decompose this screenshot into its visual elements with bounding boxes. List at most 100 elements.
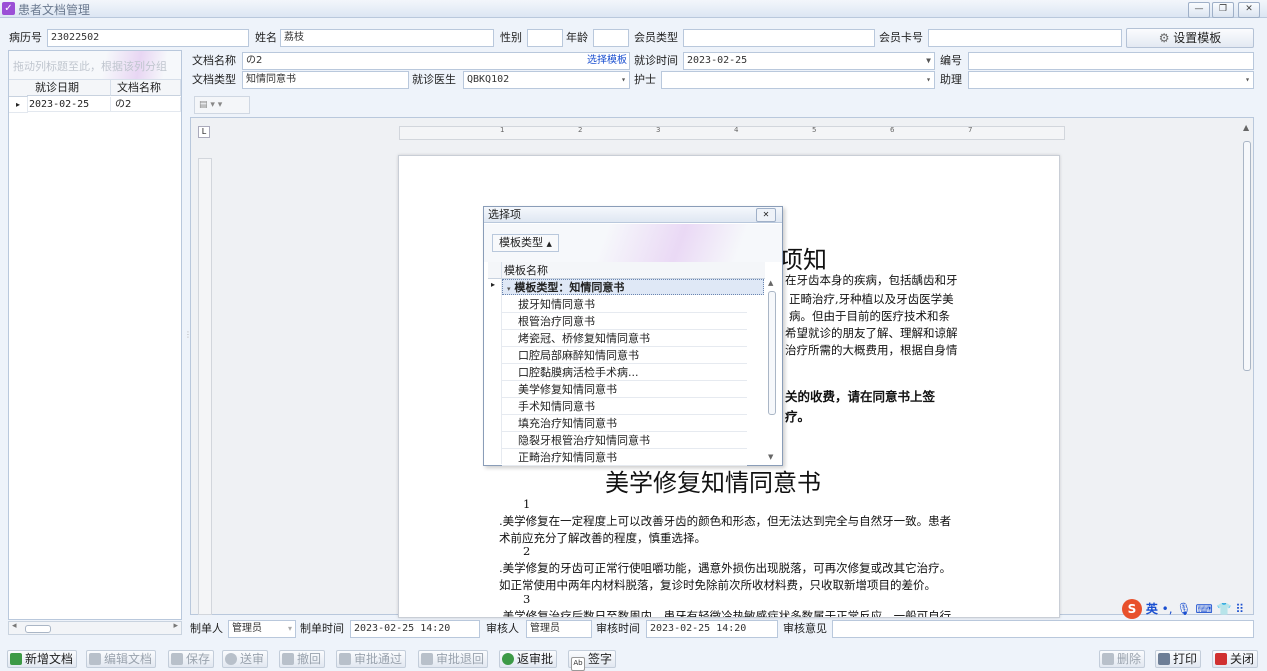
select-template-link[interactable]: 选择模板: [587, 53, 627, 69]
group-row-template-type[interactable]: ▾ 模板类型：知情同意书: [502, 279, 764, 295]
vertical-scrollbar[interactable]: ▲: [1242, 123, 1252, 613]
edit-icon: [89, 653, 101, 665]
make-time-field[interactable]: 2023-02-25 14:20: [350, 620, 480, 638]
member-type-field[interactable]: [683, 29, 875, 47]
ruler-number: 2: [578, 126, 583, 134]
group-by-panel[interactable]: 拖动列标题至此，根据该列分组: [9, 51, 181, 80]
nurse-field[interactable]: ▾: [661, 71, 935, 89]
close-button[interactable]: 关闭: [1212, 650, 1259, 668]
member-type-label: 会员类型: [634, 31, 678, 44]
nurse-label: 护士: [634, 73, 656, 86]
template-list-item[interactable]: 正畸治疗知情同意书: [502, 449, 747, 466]
app-icon: ✓: [2, 2, 15, 15]
table-row-date[interactable]: 2023-02-25: [27, 97, 111, 112]
template-list-item[interactable]: 拔牙知情同意书: [502, 296, 747, 313]
edit-doc-button[interactable]: 编辑文档: [86, 650, 157, 668]
punctuation-icon: •,: [1161, 602, 1173, 616]
print-button[interactable]: 打印: [1155, 650, 1202, 668]
chevron-down-icon[interactable]: ▾: [926, 72, 931, 88]
review-time-field[interactable]: 2023-02-25 14:20: [646, 620, 778, 638]
assistant-field[interactable]: ▾: [968, 71, 1254, 89]
record-no-field[interactable]: 23022502: [47, 29, 249, 47]
reviewer-field[interactable]: 管理员: [526, 620, 592, 638]
template-select-popup[interactable]: 选择项 ✕ 模板类型 ▲ 模板名称 ▸ ▾ 模板类型：知情同意书 ▲ ▼ 拔牙知…: [483, 206, 783, 466]
doc-paragraph-line: 病。但由于目前的医疗技术和条: [789, 309, 950, 323]
template-list-item[interactable]: 烤瓷冠、桥修复知情同意书: [502, 330, 747, 347]
new-doc-button[interactable]: 新增文档: [7, 650, 78, 668]
save-button[interactable]: 保存: [168, 650, 215, 668]
column-doc-name[interactable]: 文档名称: [111, 80, 181, 96]
gender-field[interactable]: [527, 29, 563, 47]
minimize-button[interactable]: —: [1188, 2, 1210, 18]
chevron-down-icon[interactable]: ▾: [621, 72, 626, 88]
age-label: 年龄: [566, 31, 588, 44]
sign-button[interactable]: Ab 签字: [568, 650, 617, 671]
doc-paragraph-line: 希望就诊的朋友了解、理解和谅解: [785, 326, 958, 340]
doc-name-field[interactable]: の2 选择模板: [242, 52, 630, 70]
template-list-item[interactable]: 隐裂牙根管治疗知情同意书: [502, 432, 747, 449]
reject-button[interactable]: 审批退回: [418, 650, 489, 668]
withdraw-button[interactable]: 撤回: [279, 650, 326, 668]
vertical-ruler[interactable]: [198, 158, 212, 615]
doc-paragraph-line: 治疗所需的大概费用，根据自身情: [785, 343, 958, 357]
save-icon: [171, 653, 183, 665]
chevron-down-icon[interactable]: ▼: [926, 53, 931, 69]
doc-paragraph-line: .美学修复的牙齿可正常行使咀嚼功能，遇意外损伤出现脱落，可再次修复或改其它治疗。: [499, 561, 952, 575]
keyboard-icon: ⌨: [1195, 602, 1213, 616]
ime-lang[interactable]: 英: [1146, 602, 1158, 616]
name-field[interactable]: 荔枝: [280, 29, 494, 47]
close-window-button[interactable]: ✕: [1238, 2, 1260, 18]
horizontal-scrollbar[interactable]: ◂ ▸: [8, 621, 182, 635]
sogou-icon: S: [1122, 599, 1142, 619]
sort-asc-icon: ▲: [546, 240, 552, 248]
gear-icon: ⚙: [1158, 31, 1170, 45]
template-list-item[interactable]: 美学修复知情同意书: [502, 381, 747, 398]
ruler-number: 1: [500, 126, 505, 134]
record-no-label: 病历号: [9, 31, 42, 44]
unapprove-button[interactable]: 返审批: [499, 650, 558, 668]
maker-field[interactable]: 管理员 ▾: [228, 620, 296, 638]
chevron-down-icon[interactable]: ▾: [1245, 72, 1250, 88]
template-list-item[interactable]: 根管治疗同意书: [502, 313, 747, 330]
name-label: 姓名: [255, 31, 277, 44]
submit-review-button[interactable]: 送审: [222, 650, 269, 668]
column-template-name[interactable]: 模板名称: [502, 262, 765, 279]
document-list-panel: 拖动列标题至此，根据该列分组 就诊日期 文档名称 ▸ 2023-02-25 の2: [8, 50, 182, 620]
ime-toolbar[interactable]: S 英 •, 🎙 ⌨ 👕 ⠿: [1122, 598, 1264, 620]
collapse-icon: ▾: [507, 285, 511, 293]
column-visit-date[interactable]: 就诊日期: [27, 80, 111, 96]
reviewer-label: 审核人: [486, 622, 519, 635]
delete-button[interactable]: 删除: [1099, 650, 1146, 668]
template-list-item[interactable]: 填充治疗知情同意书: [502, 415, 747, 432]
review-opinion-field[interactable]: [832, 620, 1254, 638]
editor-style-dropdown[interactable]: ▤ ▾ ▾: [194, 96, 250, 114]
restore-button[interactable]: ❐: [1212, 2, 1234, 18]
doc-type-field[interactable]: 知情同意书: [242, 71, 409, 89]
popup-group-panel: 模板类型 ▲: [484, 224, 782, 262]
doctor-field[interactable]: QBKQ102 ▾: [463, 71, 630, 89]
visit-time-field[interactable]: 2023-02-25 ▼: [683, 52, 935, 70]
settings-template-button[interactable]: ⚙ 设置模板: [1126, 28, 1254, 48]
doc-item-number: 3: [523, 592, 531, 606]
template-list-item[interactable]: 口腔局部麻醉知情同意书: [502, 347, 747, 364]
member-card-field[interactable]: [928, 29, 1122, 47]
template-list-item[interactable]: 口腔黏膜病活检手术病...: [502, 364, 747, 381]
current-row-indicator: ▸: [9, 97, 28, 113]
approve-icon: [339, 653, 351, 665]
tab-stop-selector[interactable]: L: [198, 126, 210, 138]
age-field[interactable]: [593, 29, 629, 47]
template-list-item[interactable]: 手术知情同意书: [502, 398, 747, 415]
group-chip-template-type[interactable]: 模板类型 ▲: [492, 234, 559, 252]
splitter-handle[interactable]: ⋮: [184, 330, 192, 344]
number-field[interactable]: [968, 52, 1254, 70]
maker-label: 制单人: [190, 622, 223, 635]
number-label: 编号: [940, 54, 962, 67]
popup-close-icon[interactable]: ✕: [756, 208, 776, 222]
popup-scrollbar[interactable]: ▲ ▼: [767, 279, 777, 464]
ruler-number: 4: [734, 126, 739, 134]
horizontal-ruler[interactable]: 1 2 3 4 5 6 7: [399, 126, 1065, 140]
approve-button[interactable]: 审批通过: [336, 650, 407, 668]
ruler-number: 6: [890, 126, 895, 134]
table-row-name[interactable]: の2: [111, 97, 181, 112]
window-title: 患者文档管理: [18, 3, 91, 17]
